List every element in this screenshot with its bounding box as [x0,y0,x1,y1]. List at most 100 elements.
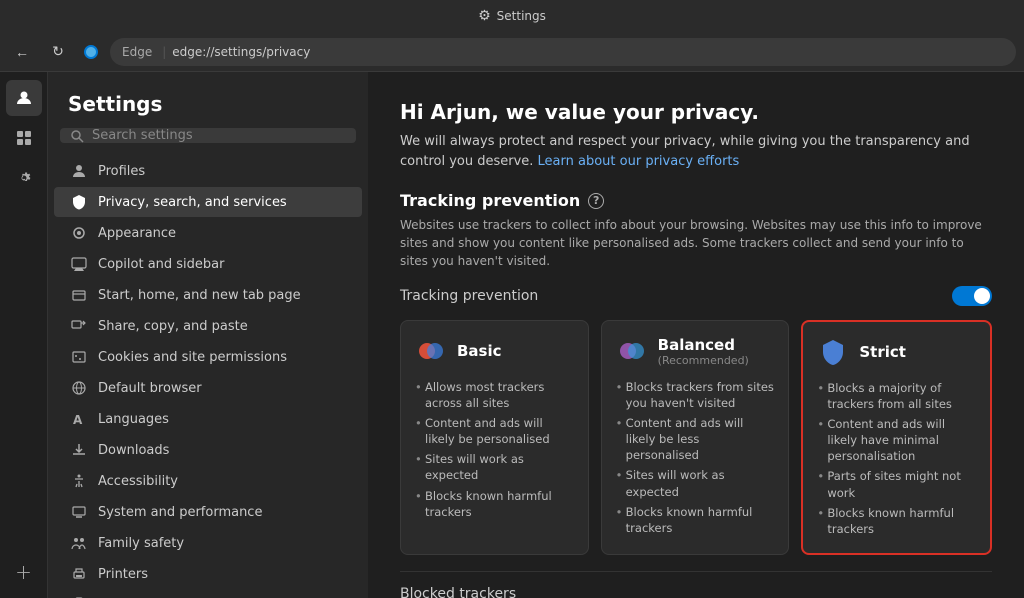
copilot-label: Copilot and sidebar [98,257,224,272]
card-bullet: Blocks known harmful trackers [616,502,775,538]
titlebar-label: Settings [497,9,546,23]
sidebar-item-family[interactable]: Family safety [54,528,362,558]
svg-text:A: A [73,413,83,427]
blocked-label: Blocked trackers [400,586,711,598]
sidebar-item-languages[interactable]: A Languages [54,404,362,434]
tracking-toggle-label: Tracking prevention [400,288,538,304]
sidebar-item-downloads[interactable]: Downloads [54,435,362,465]
sidebar-item-default[interactable]: Default browser [54,373,362,403]
card-balanced[interactable]: Balanced(Recommended) Blocks trackers fro… [601,320,790,555]
card-basic[interactable]: Basic Allows most trackers across all sit… [400,320,589,555]
sidebar-item-printers[interactable]: Printers [54,559,362,589]
card-bullet: Blocks a majority of trackers from all s… [817,378,976,414]
family-label: Family safety [98,536,184,551]
card-bullet: Parts of sites might not work [817,466,976,502]
printers-nav-icon [70,565,88,583]
card-bullet: Content and ads will likely be less pers… [616,413,775,465]
settings-gear-icon: ⚙ [478,8,491,24]
sidebar-item-newtab[interactable]: Start, home, and new tab page [54,280,362,310]
accessibility-nav-icon [70,472,88,490]
search-box[interactable]: Search settings [60,128,356,143]
sidebar-item-cookies[interactable]: Cookies and site permissions [54,342,362,372]
profiles-nav-icon [70,162,88,180]
card-bullet: Allows most trackers across all sites [415,377,574,413]
basic-card-icon [415,335,447,367]
tracking-toggle[interactable] [952,286,992,306]
system-nav-icon [70,503,88,521]
card-bullet: Blocks known harmful trackers [415,486,574,522]
tracking-header: Tracking prevention [400,286,992,306]
card-bullet: Content and ads will likely have minimal… [817,414,976,466]
sidebar-item-privacy[interactable]: Privacy, search, and services [54,187,362,217]
newtab-label: Start, home, and new tab page [98,288,301,303]
system-label: System and performance [98,505,262,520]
sidebar-item-appearance[interactable]: Appearance [54,218,362,248]
default-label: Default browser [98,381,202,396]
downloads-label: Downloads [98,443,169,458]
rail-profile-icon[interactable] [6,80,42,116]
privacy-label: Privacy, search, and services [98,195,287,210]
share-nav-icon [70,317,88,335]
strict-card-icon [817,336,849,368]
rail-settings-icon[interactable] [6,160,42,196]
balanced-card-title: Balanced [658,336,749,354]
basic-card-title: Basic [457,342,502,360]
share-label: Share, copy, and paste [98,319,248,334]
cookies-nav-icon [70,348,88,366]
settings-content: Hi Arjun, we value your privacy. We will… [368,72,1024,598]
card-strict[interactable]: Strict Blocks a majority of trackers from… [801,320,992,555]
address-text: edge://settings/privacy [172,45,310,59]
strict-card-title: Strict [859,343,906,361]
newtab-nav-icon [70,286,88,304]
back-button[interactable]: ← [8,38,36,66]
card-bullet: Sites will work as expected [415,449,574,485]
browser-chrome: ← ↻ Edge | edge://settings/privacy [0,32,1024,72]
copilot-nav-icon [70,255,88,273]
list-row-blocked[interactable]: Blocked trackersView the sites that we'v… [400,571,992,598]
search-placeholder: Search settings [92,128,193,143]
browser-rail: + [0,72,48,598]
printers-label: Printers [98,567,148,582]
sidebar-title: Settings [48,72,368,128]
sidebar-item-accessibility[interactable]: Accessibility [54,466,362,496]
learn-link[interactable]: Learn about our privacy efforts [538,154,740,169]
sidebar-item-profiles[interactable]: Profiles [54,156,362,186]
rail-collections-icon[interactable] [6,120,42,156]
sidebar-item-share[interactable]: Share, copy, and paste [54,311,362,341]
nav-items: Profiles Privacy, search, and services App… [48,155,368,598]
tracking-info-icon[interactable]: ? [588,193,604,209]
balanced-card-icon [616,335,648,367]
blocked-chevron-icon: › [986,594,992,598]
card-bullet: Blocks trackers from sites you haven't v… [616,377,775,413]
family-nav-icon [70,534,88,552]
cookies-label: Cookies and site permissions [98,350,287,365]
accessibility-label: Accessibility [98,474,178,489]
list-rows: Blocked trackersView the sites that we'v… [400,571,992,598]
card-bullet: Content and ads will likely be personali… [415,413,574,449]
edge-brand-label: Edge [122,45,152,59]
intro-text: We will always protect and respect your … [400,132,992,171]
rail-add-icon[interactable]: + [6,554,42,590]
tracking-cards: Basic Allows most trackers across all sit… [400,320,992,555]
sidebar-item-phone[interactable]: Phone and other devices [54,590,362,598]
sidebar-item-copilot[interactable]: Copilot and sidebar [54,249,362,279]
edge-logo [80,41,102,63]
default-nav-icon [70,379,88,397]
appearance-label: Appearance [98,226,176,241]
privacy-header: Hi Arjun, we value your privacy. We will… [400,100,992,171]
languages-label: Languages [98,412,169,427]
refresh-button[interactable]: ↻ [44,38,72,66]
settings-sidebar: Settings Search settings Profiles Privacy… [48,72,368,598]
profiles-label: Profiles [98,164,145,179]
balanced-card-subtitle: (Recommended) [658,354,749,367]
search-icon [70,129,84,143]
card-bullet: Sites will work as expected [616,465,775,501]
tracking-section-title: Tracking prevention ? [400,191,992,210]
appearance-nav-icon [70,224,88,242]
languages-nav-icon: A [70,410,88,428]
sidebar-item-system[interactable]: System and performance [54,497,362,527]
greeting-title: Hi Arjun, we value your privacy. [400,100,992,124]
privacy-nav-icon [70,193,88,211]
tracking-desc: Websites use trackers to collect info ab… [400,216,992,270]
address-bar[interactable]: Edge | edge://settings/privacy [110,38,1016,66]
